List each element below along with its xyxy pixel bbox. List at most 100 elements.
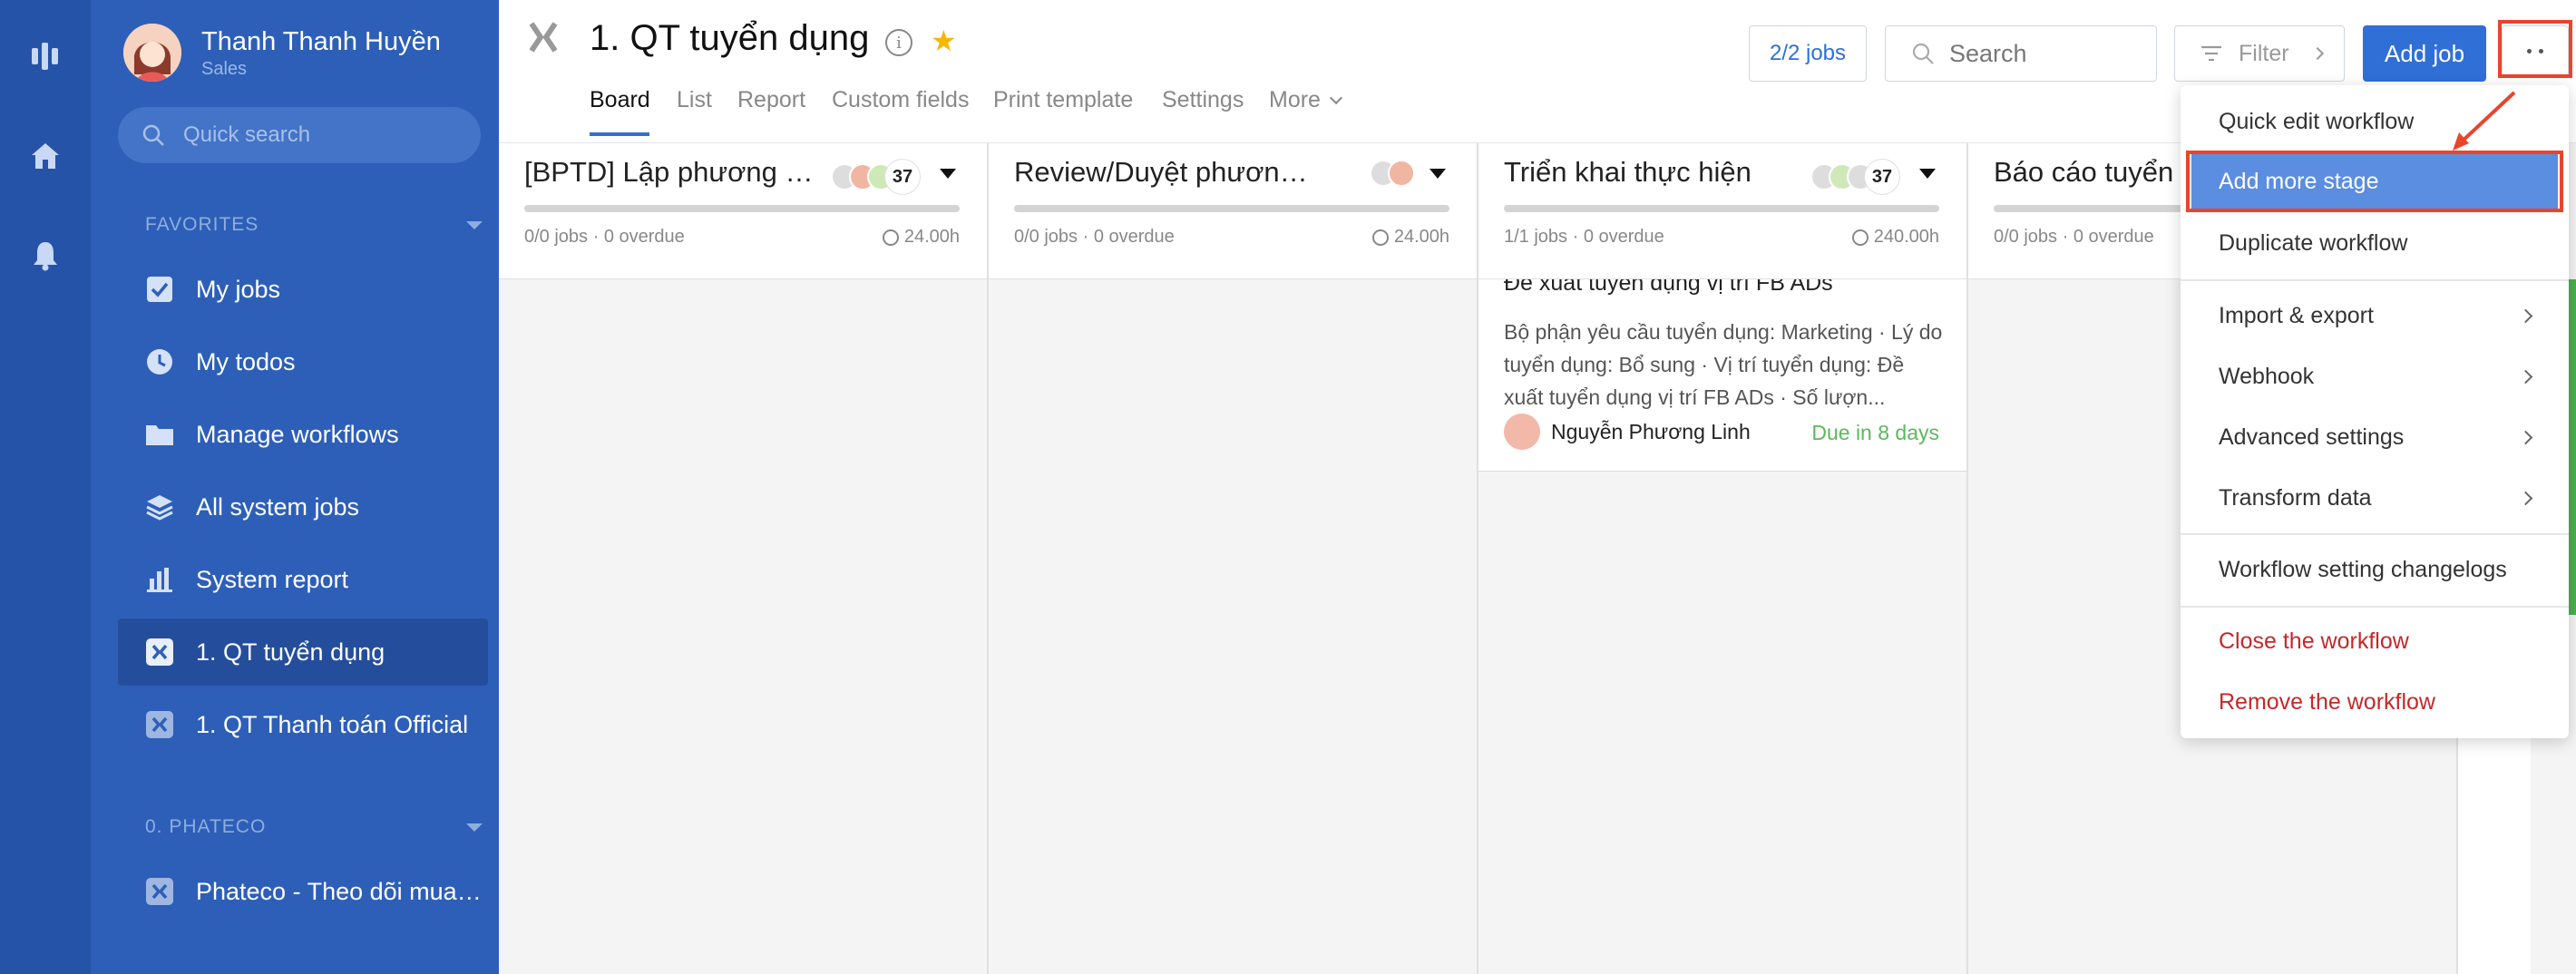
star-icon[interactable]: ★ [931, 24, 957, 58]
favorites-section[interactable]: FAVORITES [145, 214, 490, 236]
menu-item-transform-data[interactable]: Transform data [2181, 469, 2569, 527]
sidebar-item-my-todos[interactable]: My todos [118, 328, 488, 395]
stage-hours: 24.00h [882, 227, 960, 248]
caret-down-icon [466, 823, 483, 832]
job-card[interactable]: Đề xuất tuyển dụng vị trí FB ADs Bộ phận… [1478, 279, 1966, 472]
workflow-x-icon [526, 20, 561, 59]
menu-item-remove-workflow[interactable]: Remove the workflow [2181, 673, 2569, 731]
add-job-button[interactable]: Add job [2363, 25, 2486, 82]
tab-print-template[interactable]: Print template [993, 87, 1133, 113]
sidebar-item-my-jobs[interactable]: My jobs [118, 256, 488, 323]
search-input[interactable]: Search [1885, 25, 2157, 82]
clock-small-icon [882, 229, 899, 246]
menu-item-import-export[interactable]: Import & export [2181, 287, 2569, 345]
menu-divider [2181, 533, 2569, 535]
tab-more[interactable]: More [1269, 87, 1343, 113]
tab-list[interactable]: List [677, 87, 712, 113]
assignee-name: Nguyễn Phương Linh [1551, 419, 1751, 443]
tab-custom-fields[interactable]: Custom fields [832, 87, 969, 113]
menu-item-quick-edit[interactable]: Quick edit workflow [2181, 93, 2569, 151]
chevron-right-icon [2310, 46, 2324, 61]
menu-item-duplicate-workflow[interactable]: Duplicate workflow [2181, 214, 2569, 272]
tab-report[interactable]: Report [737, 87, 805, 113]
avatar [1388, 160, 1415, 187]
profile[interactable]: Thanh Thanh Huyền Sales [123, 24, 441, 82]
menu-divider [2181, 279, 2569, 281]
stage-title: [BPTD] Lập phương án tuyển dụng [524, 156, 824, 188]
stage-avatars[interactable]: 37 [831, 160, 920, 194]
phateco-label: 0. PHATECO [145, 816, 267, 837]
clock-small-icon [1851, 229, 1869, 246]
menu-item-close-workflow[interactable]: Close the workflow [2181, 612, 2569, 670]
stage-header[interactable]: Triển khai thực hiện 37 1/1 jobs · 0 ove… [1478, 143, 1966, 279]
layers-icon [145, 492, 174, 521]
stage-header[interactable]: [BPTD] Lập phương án tuyển dụng 37 0/0 j… [499, 143, 987, 279]
sidebar-item-system-report[interactable]: System report [118, 546, 488, 613]
jobs-count-button[interactable]: 2/2 jobs [1749, 25, 1867, 82]
stage-hours-value: 24.00h [1393, 227, 1449, 247]
menu-item-advanced-settings[interactable]: Advanced settings [2181, 408, 2569, 466]
folder-icon [145, 420, 174, 449]
stage-hours: 24.00h [1371, 227, 1449, 248]
sidebar: Thanh Thanh Huyền Sales Quick search FAV… [91, 0, 499, 974]
menu-item-setting-changelogs[interactable]: Workflow setting changelogs [2181, 541, 2569, 599]
member-count-badge: 37 [885, 160, 920, 194]
bell-icon[interactable] [27, 238, 63, 274]
menu-divider [2181, 606, 2569, 608]
stage-title: Triển khai thực hiện [1504, 156, 1751, 188]
stage-header[interactable]: Review/Duyệt phương án 0/0 jobs · 0 over… [989, 143, 1477, 279]
workflow-x-icon [145, 638, 174, 667]
stage-stats: 0/0 jobs · 0 overdue [1994, 227, 2154, 247]
menu-item-webhook[interactable]: Webhook [2181, 347, 2569, 405]
sidebar-item-label: Manage workflows [196, 420, 399, 448]
filter-icon [2201, 45, 2221, 62]
caret-down-icon[interactable] [1429, 169, 1446, 179]
stage-hours-value: 240.00h [1873, 227, 1939, 247]
info-icon[interactable]: i [885, 29, 912, 56]
stage-stats: 0/0 jobs · 0 overdue [1014, 227, 1175, 247]
stage-avatars[interactable]: 37 [1810, 160, 1899, 194]
filter-label: Filter [2239, 40, 2289, 66]
stage-progress-bar [524, 205, 960, 212]
stage-column: [BPTD] Lập phương án tuyển dụng 37 0/0 j… [499, 143, 989, 974]
caret-down-icon[interactable] [1919, 169, 1936, 179]
caret-down-icon [466, 221, 483, 229]
sidebar-item-all-system-jobs[interactable]: All system jobs [118, 473, 488, 541]
stage-column: Triển khai thực hiện 37 1/1 jobs · 0 ove… [1478, 143, 1968, 974]
tab-board[interactable]: Board [590, 87, 650, 113]
profile-role: Sales [201, 59, 248, 79]
sidebar-item-label: My todos [196, 347, 296, 375]
sidebar-item-manage-workflows[interactable]: Manage workflows [118, 401, 488, 468]
app-rail [0, 0, 91, 974]
caret-down-icon[interactable] [940, 169, 956, 179]
job-card-due: Due in 8 days [1811, 421, 1939, 444]
job-card-title: Đề xuất tuyển dụng vị trí FB ADs [1504, 279, 1833, 296]
logo-icon[interactable] [27, 38, 63, 74]
quick-search-input[interactable]: Quick search [118, 107, 481, 163]
sidebar-item-qt-tuyen-dung[interactable]: 1. QT tuyển dụng [118, 618, 488, 686]
sidebar-item-phateco[interactable]: Phateco - Theo dõi mua hàng [118, 858, 488, 925]
menu-item-label: Import & export [2219, 302, 2374, 328]
chevron-right-icon [2518, 430, 2533, 444]
favorites-label: FAVORITES [145, 214, 259, 235]
sidebar-item-label: My jobs [196, 275, 281, 303]
sidebar-item-qt-thanh-toan[interactable]: 1. QT Thanh toán Official [118, 691, 488, 758]
member-count-badge: 37 [1865, 160, 1899, 194]
sidebar-item-label: All system jobs [196, 492, 360, 521]
tab-settings[interactable]: Settings [1162, 87, 1244, 113]
profile-name: Thanh Thanh Huyền [201, 27, 441, 56]
stage-column: Review/Duyệt phương án 0/0 jobs · 0 over… [989, 143, 1478, 974]
stage-avatars[interactable] [1370, 160, 1415, 187]
tab-more-label: More [1269, 87, 1321, 112]
menu-item-label: Transform data [2219, 484, 2372, 511]
avatar [1504, 414, 1540, 450]
check-square-icon [145, 275, 174, 304]
stage-stats: 0/0 jobs · 0 overdue [524, 227, 685, 247]
filter-button[interactable]: Filter [2174, 25, 2345, 82]
sidebar-item-label: System report [196, 565, 349, 593]
search-placeholder: Search [1949, 39, 2027, 67]
home-icon[interactable] [27, 138, 63, 174]
stage-progress-bar [1504, 205, 1939, 212]
stage-progress-bar [1014, 205, 1449, 212]
phateco-section[interactable]: 0. PHATECO [145, 816, 490, 838]
